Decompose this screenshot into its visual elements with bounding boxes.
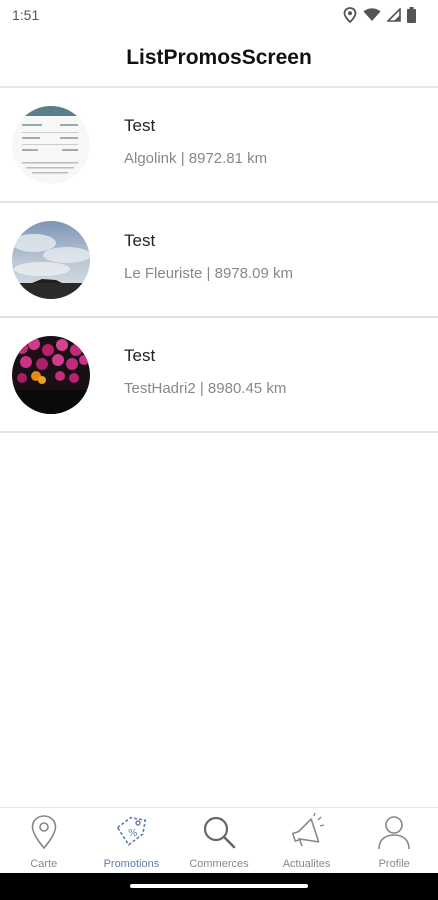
promo-list-item[interactable]: Test Le Fleuriste | 8978.09 km [0, 203, 438, 318]
search-icon [199, 812, 239, 852]
megaphone-icon [287, 812, 327, 852]
status-icons [343, 7, 416, 23]
battery-icon [407, 7, 416, 23]
promo-subtitle: Algolink | 8972.81 km [124, 150, 268, 167]
promo-thumbnail-document [12, 106, 90, 184]
map-pin-icon [24, 812, 64, 852]
promo-title: Test [124, 116, 156, 135]
user-icon [374, 812, 414, 852]
promo-subtitle: Le Fleuriste | 8978.09 km [124, 265, 293, 282]
tab-actualites[interactable]: Actualites [263, 808, 351, 873]
promo-subtitle: TestHadri2 | 8980.45 km [124, 380, 287, 397]
promo-title: Test [124, 231, 156, 250]
tab-label: Promotions [103, 858, 160, 870]
wifi-icon [363, 8, 381, 22]
status-time: 1:51 [12, 7, 40, 23]
promo-list-item[interactable]: Test TestHadri2 | 8980.45 km [0, 318, 438, 433]
app-header: ListPromosScreen [0, 30, 438, 88]
tab-label: Carte [30, 858, 58, 870]
promo-list-item[interactable]: Test Algolink | 8972.81 km [0, 88, 438, 203]
app-screen: 1:51 ListPromosScreen Test Algolink | 89… [0, 0, 438, 900]
promo-list: Test Algolink | 8972.81 km Test Le Fleur… [0, 88, 438, 433]
tab-label: Commerces [189, 858, 249, 870]
tab-commerces[interactable]: Commerces [175, 808, 263, 873]
tab-profile[interactable]: Profile [350, 808, 438, 873]
page-title: ListPromosScreen [126, 46, 312, 69]
status-bar: 1:51 [0, 0, 438, 30]
promo-thumbnail-flowers [12, 336, 90, 414]
promo-title: Test [124, 346, 156, 365]
tab-carte[interactable]: Carte [0, 808, 88, 873]
tab-label: Profile [378, 858, 410, 870]
tab-promotions[interactable]: % Promotions [88, 808, 176, 873]
home-indicator[interactable] [130, 884, 308, 888]
tag-icon: % [111, 812, 151, 852]
signal-icon [387, 8, 401, 22]
svg-text:%: % [128, 828, 138, 839]
system-navigation-bar [0, 873, 438, 900]
location-icon [343, 7, 357, 23]
promo-thumbnail-sky [12, 221, 90, 299]
bottom-navigation: Carte % Promotions Commerces Actualites … [0, 807, 438, 873]
tab-label: Actualites [282, 858, 331, 870]
